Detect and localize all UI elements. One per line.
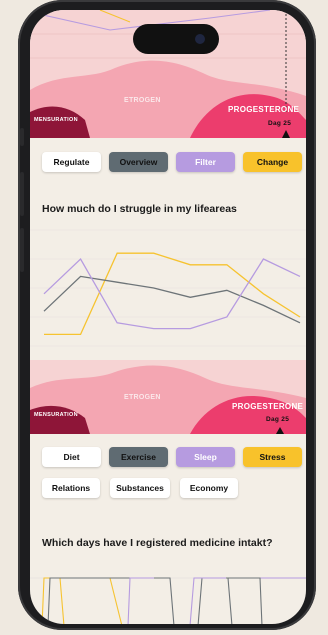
diet-button[interactable]: Diet (42, 447, 101, 467)
category-buttons: Diet Exercise Sleep Stress (42, 447, 302, 467)
change-button[interactable]: Change (243, 152, 302, 172)
stress-button[interactable]: Stress (243, 447, 302, 467)
primary-actions: Regulate Overview Filter Change (42, 152, 302, 172)
progesterone-label: PROGESTERONE (228, 105, 300, 114)
estrogen-label: ETROGEN (124, 97, 161, 104)
question-medicine: Which days have I registered medicine in… (42, 537, 273, 549)
relations-button[interactable]: Relations (42, 478, 100, 498)
category-buttons-extra: Relations Substances Economy (42, 478, 238, 498)
exercise-button[interactable]: Exercise (109, 447, 168, 467)
economy-button[interactable]: Economy (180, 478, 238, 498)
filter-button[interactable]: Filter (176, 152, 235, 172)
cycle-visual-bottom: MENSURATION ETROGEN PROGESTERONE Dag 25 (30, 360, 306, 434)
overview-button[interactable]: Overview (109, 152, 168, 172)
dynamic-island (133, 24, 219, 54)
estrogen-label: ETROGEN (124, 394, 161, 401)
mensuration-label: MENSURATION (34, 412, 78, 418)
struggle-line-chart (30, 229, 306, 347)
day-label: Dag 25 (266, 416, 290, 423)
substances-button[interactable]: Substances (110, 478, 170, 498)
medicine-intake-chart (30, 577, 306, 624)
regulate-button[interactable]: Regulate (42, 152, 101, 172)
day-label: Dag 25 (268, 120, 292, 127)
silent-switch (20, 128, 24, 146)
mensuration-label: MENSURATION (34, 117, 78, 123)
series-line-1 (44, 252, 301, 336)
sleep-button[interactable]: Sleep (176, 447, 235, 467)
app-screen: MENSURATION ETROGEN PROGESTERONE Dag 25 … (30, 10, 306, 624)
series-line-3 (43, 257, 301, 330)
question-lifeareas: How much do I struggle in my lifeareas (42, 203, 237, 215)
progesterone-label: PROGESTERONE (232, 402, 304, 411)
series-line-2 (43, 275, 301, 324)
volume-down-button (20, 228, 24, 272)
volume-up-button (20, 172, 24, 216)
